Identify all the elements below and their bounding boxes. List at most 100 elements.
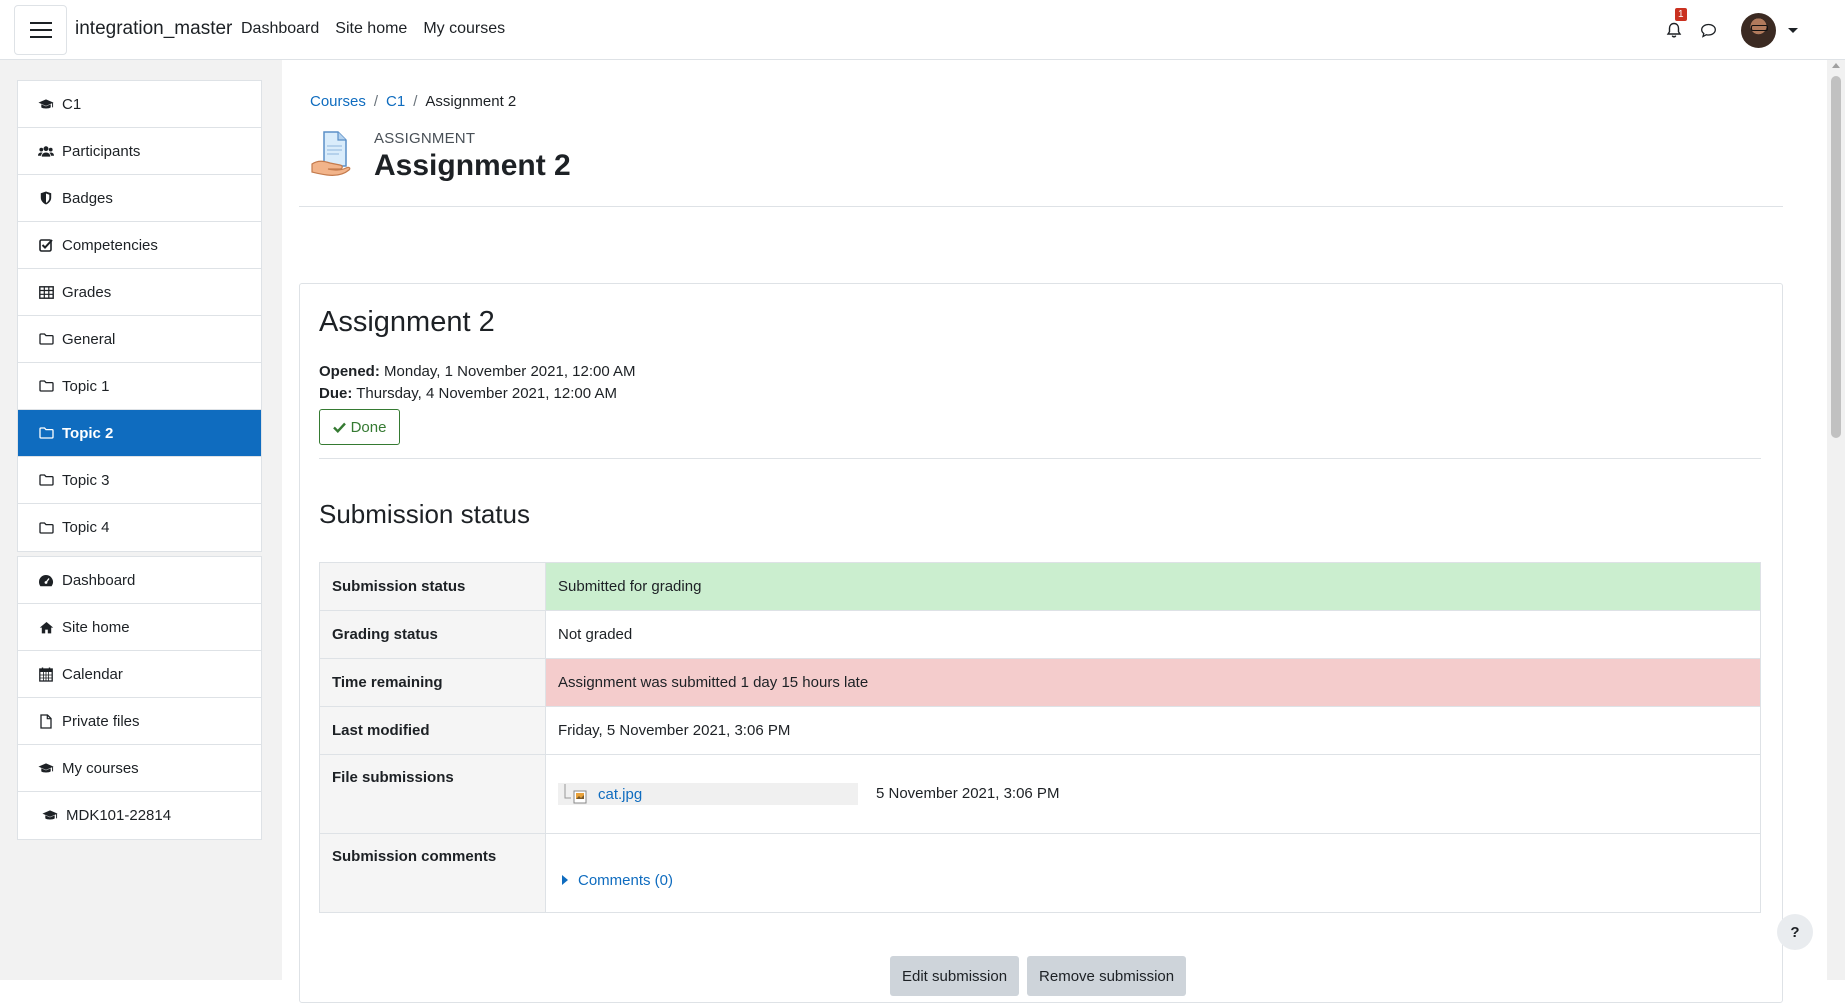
site-brand[interactable]: integration_master — [75, 18, 232, 40]
table-row: Time remaining Assignment was submitted … — [319, 658, 1761, 707]
row-value: Friday, 5 November 2021, 3:06 PM — [545, 706, 1761, 755]
submission-status-heading: Submission status — [319, 499, 530, 529]
image-file-icon — [564, 784, 587, 804]
drawer-item-my-courses[interactable]: My courses — [18, 745, 261, 792]
row-label: Grading status — [319, 610, 546, 659]
top-navbar: integration_master Dashboard Site home M… — [0, 0, 1845, 60]
user-avatar[interactable] — [1741, 12, 1776, 48]
drawer-item-label: Topic 3 — [62, 471, 110, 489]
drawer-item-topic-3[interactable]: Topic 3 — [18, 457, 261, 504]
check-square-icon — [38, 237, 54, 253]
row-value: Submitted for grading — [545, 562, 1761, 611]
drawer-item-general[interactable]: General — [18, 316, 261, 363]
assignment-icon — [311, 131, 351, 176]
course-nav-block: C1 Participants Badges Competencies Grad… — [17, 80, 262, 552]
drawer-item-label: Site home — [62, 618, 130, 636]
chevron-down-icon[interactable] — [1788, 27, 1798, 33]
assignment-title: Assignment 2 — [319, 306, 495, 338]
nav-link-my-courses[interactable]: My courses — [423, 20, 505, 38]
drawer-item-topic-4[interactable]: Topic 4 — [18, 504, 261, 551]
drawer-item-badges[interactable]: Badges — [18, 175, 261, 222]
table-row: File submissions cat.jpg 5 November 2021… — [319, 754, 1761, 834]
row-label: File submissions — [319, 754, 546, 834]
breadcrumb-current: Assignment 2 — [425, 93, 517, 110]
calendar-icon — [38, 666, 54, 682]
drawer-item-topic-2[interactable]: Topic 2 — [18, 410, 261, 457]
file-link-cat-jpg[interactable]: cat.jpg — [598, 786, 642, 803]
graduation-cap-icon — [38, 760, 54, 776]
due-label: Due: — [319, 385, 353, 402]
home-icon — [38, 619, 54, 635]
done-label: Done — [350, 418, 387, 436]
opened-label: Opened: — [319, 363, 380, 380]
drawer-item-private-files[interactable]: Private files — [18, 698, 261, 745]
done-completion-button[interactable]: Done — [319, 409, 400, 445]
scroll-up-arrow-icon[interactable] — [1832, 63, 1840, 68]
drawer-item-site-home[interactable]: Site home — [18, 604, 261, 651]
drawer-item-label: Topic 4 — [62, 519, 110, 536]
table-icon — [38, 284, 54, 300]
messages-button[interactable] — [1695, 17, 1721, 43]
user-menu-area: 1 — [1661, 8, 1798, 50]
module-type-label: ASSIGNMENT — [374, 130, 476, 147]
drawer-item-dashboard[interactable]: Dashboard — [18, 557, 261, 604]
drawer-item-label: General — [62, 330, 116, 348]
breadcrumb-courses[interactable]: Courses — [310, 93, 366, 110]
menu-toggle-button[interactable] — [14, 5, 67, 55]
remove-submission-button[interactable]: Remove submission — [1027, 956, 1187, 996]
drawer-item-label: Calendar — [62, 665, 123, 683]
folder-icon — [38, 472, 54, 488]
check-icon — [332, 422, 346, 433]
drawer-item-participants[interactable]: Participants — [18, 128, 261, 175]
row-label: Last modified — [319, 706, 546, 755]
drawer-item-label: Participants — [62, 142, 141, 160]
file-submissions-cell: cat.jpg 5 November 2021, 3:06 PM — [545, 754, 1761, 834]
page-header: ASSIGNMENT Assignment 2 — [310, 128, 571, 183]
nav-link-site-home[interactable]: Site home — [335, 20, 407, 38]
notifications-button[interactable]: 1 — [1661, 8, 1687, 43]
chat-bubble-icon — [1700, 23, 1716, 38]
edit-submission-button[interactable]: Edit submission — [890, 956, 1020, 996]
drawer-item-competencies[interactable]: Competencies — [18, 222, 261, 269]
drawer-item-c1[interactable]: C1 — [18, 81, 261, 128]
scrollbar-thumb[interactable] — [1831, 76, 1841, 438]
drawer-item-label: Dashboard — [62, 571, 136, 589]
drawer-item-topic-1[interactable]: Topic 1 — [18, 363, 261, 410]
breadcrumb-separator: / — [413, 93, 418, 110]
row-value: Assignment was submitted 1 day 15 hours … — [545, 658, 1761, 707]
page-scrollbar[interactable] — [1827, 60, 1845, 980]
comments-link-label: Comments (0) — [578, 871, 674, 889]
file-icon — [38, 713, 54, 729]
nav-link-dashboard[interactable]: Dashboard — [241, 20, 319, 38]
file-date: 5 November 2021, 3:06 PM — [876, 785, 1060, 802]
assignment-dates: Opened: Monday, 1 November 2021, 12:00 A… — [319, 361, 636, 405]
drawer-item-label: Private files — [62, 712, 140, 730]
drawer-item-calendar[interactable]: Calendar — [18, 651, 261, 698]
file-entry: cat.jpg 5 November 2021, 3:06 PM — [558, 783, 1059, 805]
drawer-item-grades[interactable]: Grades — [18, 269, 261, 316]
folder-icon — [38, 425, 54, 441]
table-row: Submission status Submitted for grading — [319, 562, 1761, 611]
folder-icon — [38, 331, 54, 347]
due-value: Thursday, 4 November 2021, 12:00 AM — [352, 385, 617, 402]
drawer-item-label: Grades — [62, 283, 112, 301]
row-label: Submission comments — [319, 833, 546, 913]
graduation-cap-icon — [38, 96, 54, 112]
graduation-cap-icon — [42, 808, 58, 824]
row-label: Submission status — [319, 562, 546, 611]
table-row: Grading status Not graded — [319, 610, 1761, 659]
submission-actions: Edit submission Remove submission — [890, 956, 1187, 996]
breadcrumb-c1[interactable]: C1 — [386, 93, 405, 110]
due-date: Due: Thursday, 4 November 2021, 12:00 AM — [319, 383, 636, 405]
hamburger-icon — [29, 22, 52, 38]
site-nav-block: Dashboard Site home Calendar Private fil… — [17, 556, 262, 840]
page-title: Assignment 2 — [374, 149, 571, 182]
comments-toggle-link[interactable]: Comments (0) — [562, 872, 1748, 889]
header-divider — [299, 206, 1783, 207]
help-button[interactable]: ? — [1777, 914, 1813, 950]
breadcrumb-separator: / — [373, 93, 379, 110]
folder-icon — [38, 520, 54, 536]
bell-icon — [1666, 22, 1682, 37]
drawer-item-mdk101-22814[interactable]: MDK101-22814 — [18, 792, 261, 839]
drawer-item-label: Topic 1 — [62, 377, 110, 395]
